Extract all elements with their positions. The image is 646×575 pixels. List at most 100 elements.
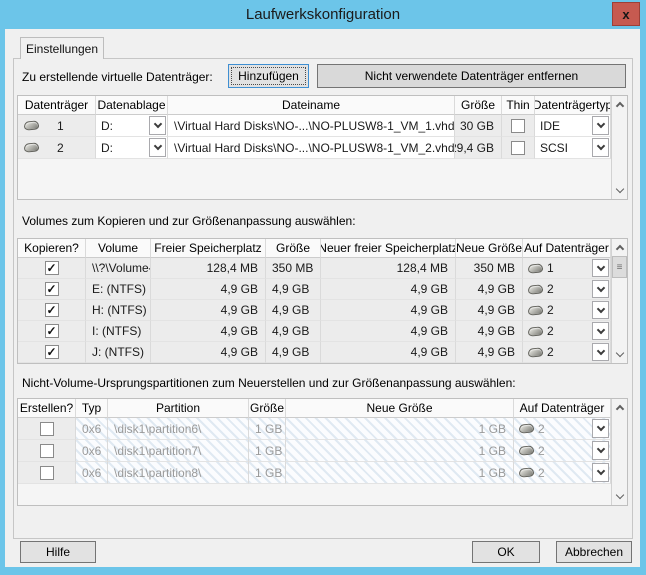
neu-groesse-cell: 4,9 GB — [456, 279, 523, 300]
combo-dropdown-button[interactable] — [149, 138, 166, 157]
disk-icon — [519, 445, 535, 455]
neu-frei-cell: 4,9 GB — [321, 279, 456, 300]
chevron-down-icon — [615, 185, 623, 193]
frei-cell: 4,9 GB — [151, 279, 266, 300]
groesse-cell: 4,9 GB — [266, 279, 321, 300]
combo-dropdown-button[interactable] — [592, 463, 609, 482]
scrollbar-thumb[interactable]: ≡ — [612, 256, 627, 278]
thin-cell — [502, 115, 535, 137]
scroll-up-button[interactable] — [612, 96, 627, 113]
groesse-cell: 1 GB — [249, 440, 286, 462]
groesse-cell: 4,9 GB — [266, 321, 321, 342]
table-empty-area — [18, 484, 611, 505]
partition-cell: \disk1\partition8\ — [108, 462, 249, 484]
datenablage-combo[interactable]: D: — [96, 137, 168, 159]
auf-datentraeger-combo[interactable]: 2 — [523, 300, 611, 321]
combo-dropdown-button[interactable] — [592, 116, 609, 135]
partitions-label: Nicht-Volume-Ursprungspartitionen zum Ne… — [22, 376, 516, 390]
scroll-down-button[interactable] — [612, 182, 627, 199]
combo-dropdown-button[interactable] — [592, 301, 609, 319]
window-title: Laufwerkskonfiguration — [246, 6, 400, 23]
col-erstellen: Erstellen? — [18, 399, 76, 418]
disk-icon — [528, 263, 544, 273]
neu-groesse-cell: 350 MB — [456, 258, 523, 279]
disk-number-cell: 2 — [18, 137, 96, 159]
thin-checkbox[interactable] — [511, 119, 525, 133]
erstellen-checkbox[interactable] — [40, 422, 54, 436]
combo-dropdown-button[interactable] — [592, 441, 609, 460]
typ-combo[interactable]: SCSI — [535, 137, 611, 159]
cancel-button[interactable]: Abbrechen — [556, 541, 632, 563]
chevron-down-icon — [596, 262, 604, 270]
scroll-up-button[interactable] — [612, 399, 627, 416]
erstellen-checkbox[interactable] — [40, 444, 54, 458]
combo-dropdown-button[interactable] — [592, 322, 609, 340]
table-row: ✓ H: (NTFS) 4,9 GB 4,9 GB 4,9 GB 4,9 GB … — [18, 300, 611, 321]
volumes-table: Kopieren? Volume Freier Speicherplatz Gr… — [17, 238, 628, 364]
thin-checkbox[interactable] — [511, 141, 525, 155]
partitions-table-header: Erstellen? Typ Partition Größe Neue Größ… — [18, 399, 611, 418]
disk-icon — [528, 347, 544, 357]
volume-cell: J: (NTFS) — [86, 342, 151, 363]
combo-dropdown-button[interactable] — [592, 138, 609, 157]
auf-datentraeger-combo[interactable]: 2 — [523, 279, 611, 300]
combo-dropdown-button[interactable] — [592, 280, 609, 298]
chevron-down-icon — [153, 142, 161, 150]
chevron-up-icon — [615, 102, 623, 110]
disk-number-cell: 1 — [18, 115, 96, 137]
auf-datentraeger-combo[interactable]: 2 — [523, 342, 611, 363]
disk-icon — [519, 467, 535, 477]
col-groesse: Größe — [249, 399, 286, 418]
chevron-down-icon — [615, 349, 623, 357]
remove-unused-button[interactable]: Nicht verwendete Datenträger entfernen — [317, 64, 626, 88]
chevron-down-icon — [596, 142, 604, 150]
erstellen-checkbox[interactable] — [40, 466, 54, 480]
col-neue-groesse: Neue Größe — [286, 399, 514, 418]
disks-table-header: Datenträger Datenablage Dateiname Größe … — [18, 96, 611, 115]
disks-table-scrollbar[interactable] — [611, 96, 627, 199]
auf-datentraeger-combo[interactable]: 1 — [523, 258, 611, 279]
col-datentraeger: Datenträger — [18, 96, 96, 115]
groesse-cell: 350 MB — [266, 258, 321, 279]
auf-datentraeger-combo[interactable]: 2 — [514, 440, 611, 462]
auf-datentraeger-combo[interactable]: 2 — [514, 462, 611, 484]
chevron-up-icon — [615, 245, 623, 253]
chevron-down-icon — [596, 467, 604, 475]
neu-frei-cell: 4,9 GB — [321, 342, 456, 363]
volumes-table-scrollbar[interactable]: ≡ — [611, 239, 627, 363]
partitions-table-scrollbar[interactable] — [611, 399, 627, 505]
table-empty-area — [18, 159, 611, 199]
combo-dropdown-button[interactable] — [149, 116, 166, 135]
thin-cell — [502, 137, 535, 159]
dateiname-cell[interactable]: \Virtual Hard Disks\NO-...\NO-PLUSW8-1_V… — [168, 137, 455, 159]
frei-cell: 4,9 GB — [151, 342, 266, 363]
scroll-up-button[interactable] — [612, 239, 627, 256]
kopieren-checkbox[interactable]: ✓ — [45, 324, 59, 338]
scroll-down-button[interactable] — [612, 346, 627, 363]
chevron-down-icon — [596, 304, 604, 312]
add-button[interactable]: Hinzufügen — [228, 64, 309, 88]
combo-dropdown-button[interactable] — [592, 419, 609, 438]
typ-combo[interactable]: IDE — [535, 115, 611, 137]
combo-dropdown-button[interactable] — [592, 259, 609, 277]
kopieren-checkbox[interactable]: ✓ — [45, 303, 59, 317]
datenablage-combo[interactable]: D: — [96, 115, 168, 137]
volume-cell: I: (NTFS) — [86, 321, 151, 342]
close-button[interactable]: x — [612, 2, 640, 26]
auf-datentraeger-combo[interactable]: 2 — [523, 321, 611, 342]
disk-icon — [519, 423, 535, 433]
disk-icon — [24, 120, 40, 130]
neu-groesse-cell: 4,9 GB — [456, 342, 523, 363]
tab-einstellungen[interactable]: Einstellungen — [20, 37, 104, 59]
groesse-cell: 4,9 GB — [266, 342, 321, 363]
help-button[interactable]: Hilfe — [20, 541, 96, 563]
scroll-down-button[interactable] — [612, 488, 627, 505]
combo-dropdown-button[interactable] — [592, 343, 609, 361]
kopieren-checkbox[interactable]: ✓ — [45, 261, 59, 275]
auf-datentraeger-combo[interactable]: 2 — [514, 418, 611, 440]
kopieren-checkbox[interactable]: ✓ — [45, 282, 59, 296]
typ-cell: 0x6 — [76, 462, 108, 484]
ok-button[interactable]: OK — [472, 541, 540, 563]
dateiname-cell[interactable]: \Virtual Hard Disks\NO-...\NO-PLUSW8-1_V… — [168, 115, 455, 137]
kopieren-checkbox[interactable]: ✓ — [45, 345, 59, 359]
